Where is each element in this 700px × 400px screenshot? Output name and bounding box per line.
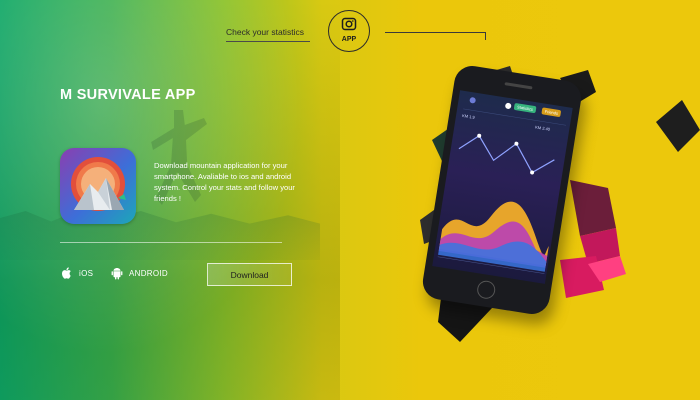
mountain-app-icon bbox=[60, 148, 136, 224]
platform-android[interactable]: ANDROID bbox=[110, 265, 168, 281]
page-title: M SURVIVALE APP bbox=[60, 87, 196, 103]
camera-icon bbox=[341, 17, 357, 31]
apple-icon bbox=[62, 267, 71, 279]
platform-android-label: ANDROID bbox=[129, 268, 168, 278]
header-divider-right bbox=[385, 32, 485, 33]
phone-speaker bbox=[504, 82, 533, 90]
app-description: Download mountain application for your s… bbox=[154, 161, 295, 203]
platform-ios[interactable]: iOS bbox=[60, 265, 93, 281]
content-divider bbox=[60, 242, 282, 243]
header-divider-left bbox=[226, 41, 310, 42]
header-divider-tick bbox=[485, 32, 486, 40]
screen-line-chart bbox=[437, 97, 566, 274]
app-badge-label: APP bbox=[341, 36, 357, 43]
android-icon bbox=[111, 268, 123, 280]
phone-screen: Statistics Friends KM 1.9 KM 2.40 bbox=[432, 90, 573, 284]
check-statistics-text: Check your statistics bbox=[226, 27, 304, 37]
platform-ios-label: iOS bbox=[79, 268, 94, 278]
phone-home-button bbox=[475, 279, 497, 301]
phone-mockup: Statistics Friends KM 1.9 KM 2.40 bbox=[420, 60, 700, 400]
download-button[interactable]: Download bbox=[207, 263, 292, 286]
app-badge[interactable]: APP bbox=[328, 10, 370, 52]
